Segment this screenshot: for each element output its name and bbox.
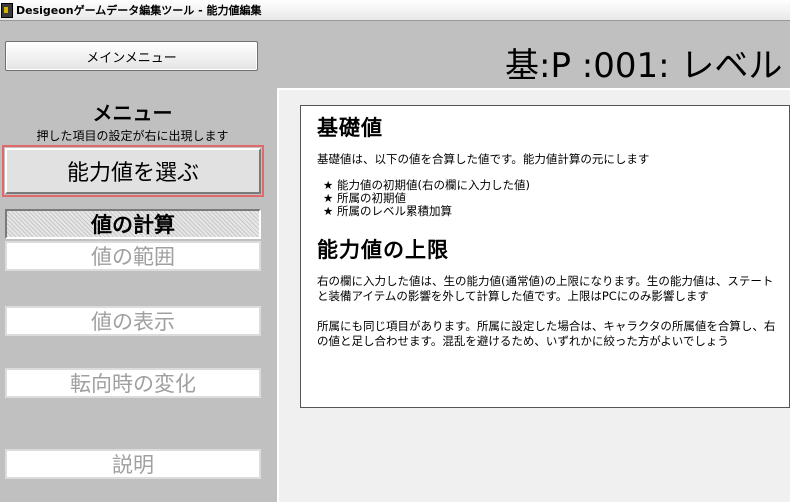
upper-limit-paragraph-1: 右の欄に入力した値は、生の能力値(通常値)の上限になります。生の能力値は、ステー… [317,274,774,303]
section-heading-upper-limit: 能力値の上限 [317,238,449,262]
list-item: ★ 所属のレベル累積加算 [323,204,452,218]
page-title: 基:P :001: レベル [505,46,783,86]
menu-item-conversion-change[interactable]: 転向時の変化 [5,368,261,398]
menu-item-range[interactable]: 値の範囲 [5,241,261,271]
menu-item-calculation[interactable]: 値の計算 [5,209,261,239]
base-value-paragraph: 基礎値は、以下の値を合算した値です。能力値計算の元にします [317,152,650,166]
select-ability-button[interactable]: 能力値を選ぶ [2,145,264,197]
description-box: 基礎値 基礎値は、以下の値を合算した値です。能力値計算の元にします ★ 能力値の… [300,105,790,408]
main-menu-button[interactable]: メインメニュー [5,41,258,71]
menu-heading: メニュー [92,101,173,125]
section-heading-base-value: 基礎値 [317,116,383,140]
app-icon [1,2,13,18]
menu-item-description[interactable]: 説明 [5,449,261,479]
upper-limit-paragraph-2: 所属にも同じ項目があります。所属に設定した場合は、キャラクタの所属値を合算し、右… [317,319,776,348]
window-title: Desigeonゲームデータ編集ツール - 能力値編集 [16,4,262,17]
menu-subtext: 押した項目の設定が右に出現します [36,129,229,143]
title-bar: Desigeonゲームデータ編集ツール - 能力値編集 [0,0,790,21]
menu-item-display[interactable]: 値の表示 [5,306,261,336]
base-value-list: ★ 能力値の初期値(右の欄に入力した値) ★ 所属の初期値 ★ 所属のレベル累積… [323,179,779,218]
